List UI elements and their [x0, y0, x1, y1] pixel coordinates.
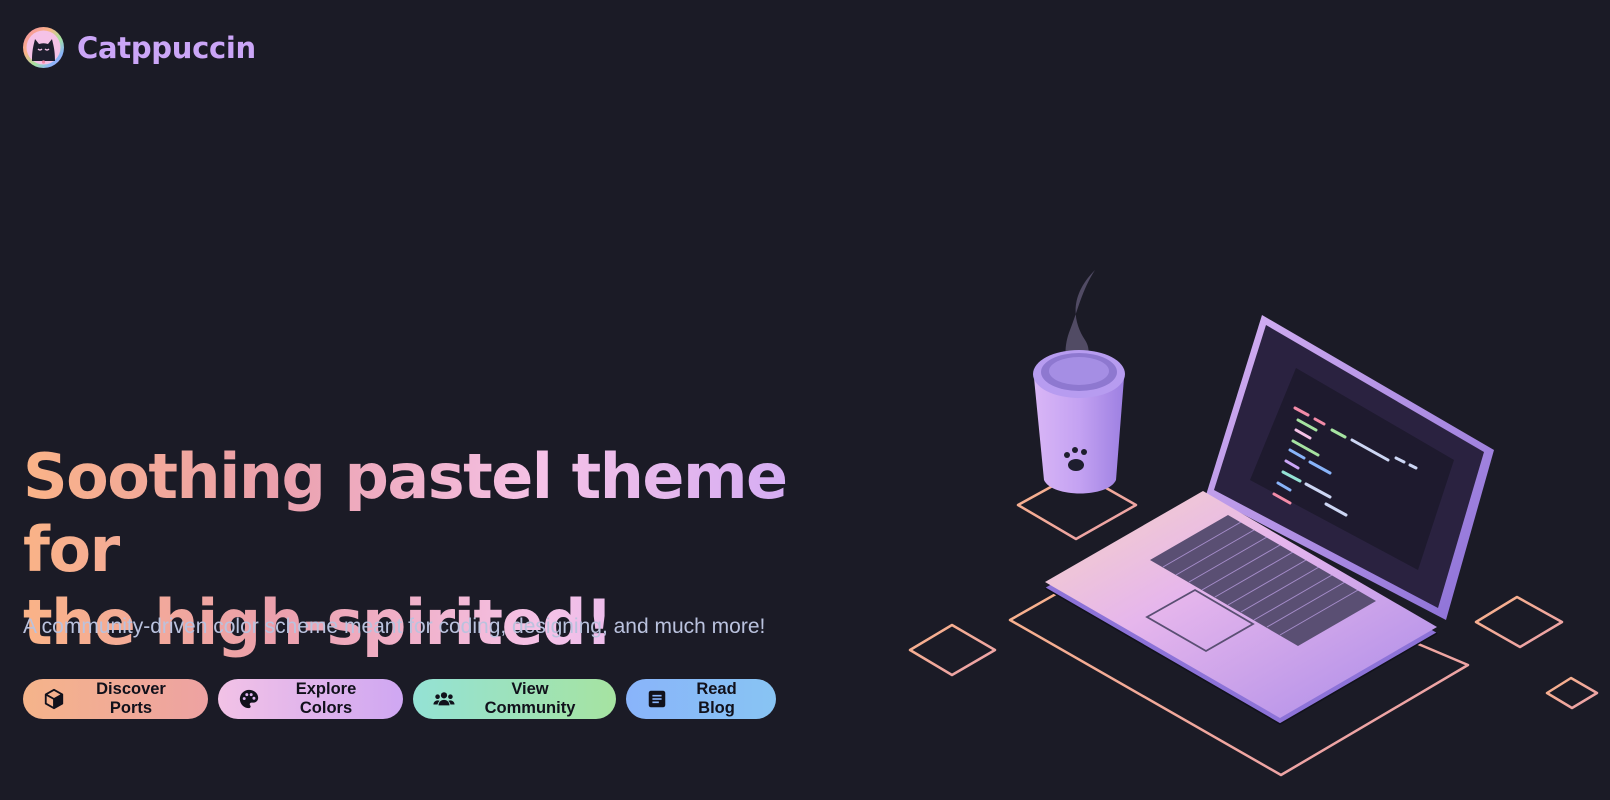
hero-title-line-1: Soothing pastel theme for [23, 440, 787, 586]
view-community-label: View Community [484, 680, 576, 717]
discover-ports-button[interactable]: Discover Ports [23, 679, 208, 719]
hero-subtitle: A community-driven color scheme meant fo… [23, 615, 766, 638]
brand-name: Catppuccin [77, 30, 256, 65]
discover-ports-label: Discover Ports [96, 680, 166, 717]
tile-far-right [1545, 676, 1599, 710]
tile-left [908, 623, 997, 677]
view-community-button[interactable]: View Community [413, 679, 616, 719]
coffee-cup [1033, 270, 1125, 494]
catppuccin-cat-logo-icon [23, 27, 64, 68]
laptop-coffee-illustration [908, 270, 1599, 777]
brand-home-link[interactable]: Catppuccin [23, 27, 256, 68]
article-icon [648, 690, 666, 708]
people-icon [433, 692, 455, 706]
explore-colors-button[interactable]: Explore Colors [218, 679, 403, 719]
explore-colors-label: Explore Colors [295, 680, 357, 717]
read-blog-button[interactable]: Read Blog [626, 679, 776, 719]
page: Catppuccin Soothing pastel theme for the… [0, 0, 1610, 800]
palette-icon [239, 689, 259, 709]
tile-right [1474, 595, 1564, 649]
package-icon [44, 688, 64, 710]
read-blog-label: Read Blog [696, 680, 737, 717]
hero-actions: Discover Ports Explore Colors View Commu… [23, 679, 776, 719]
